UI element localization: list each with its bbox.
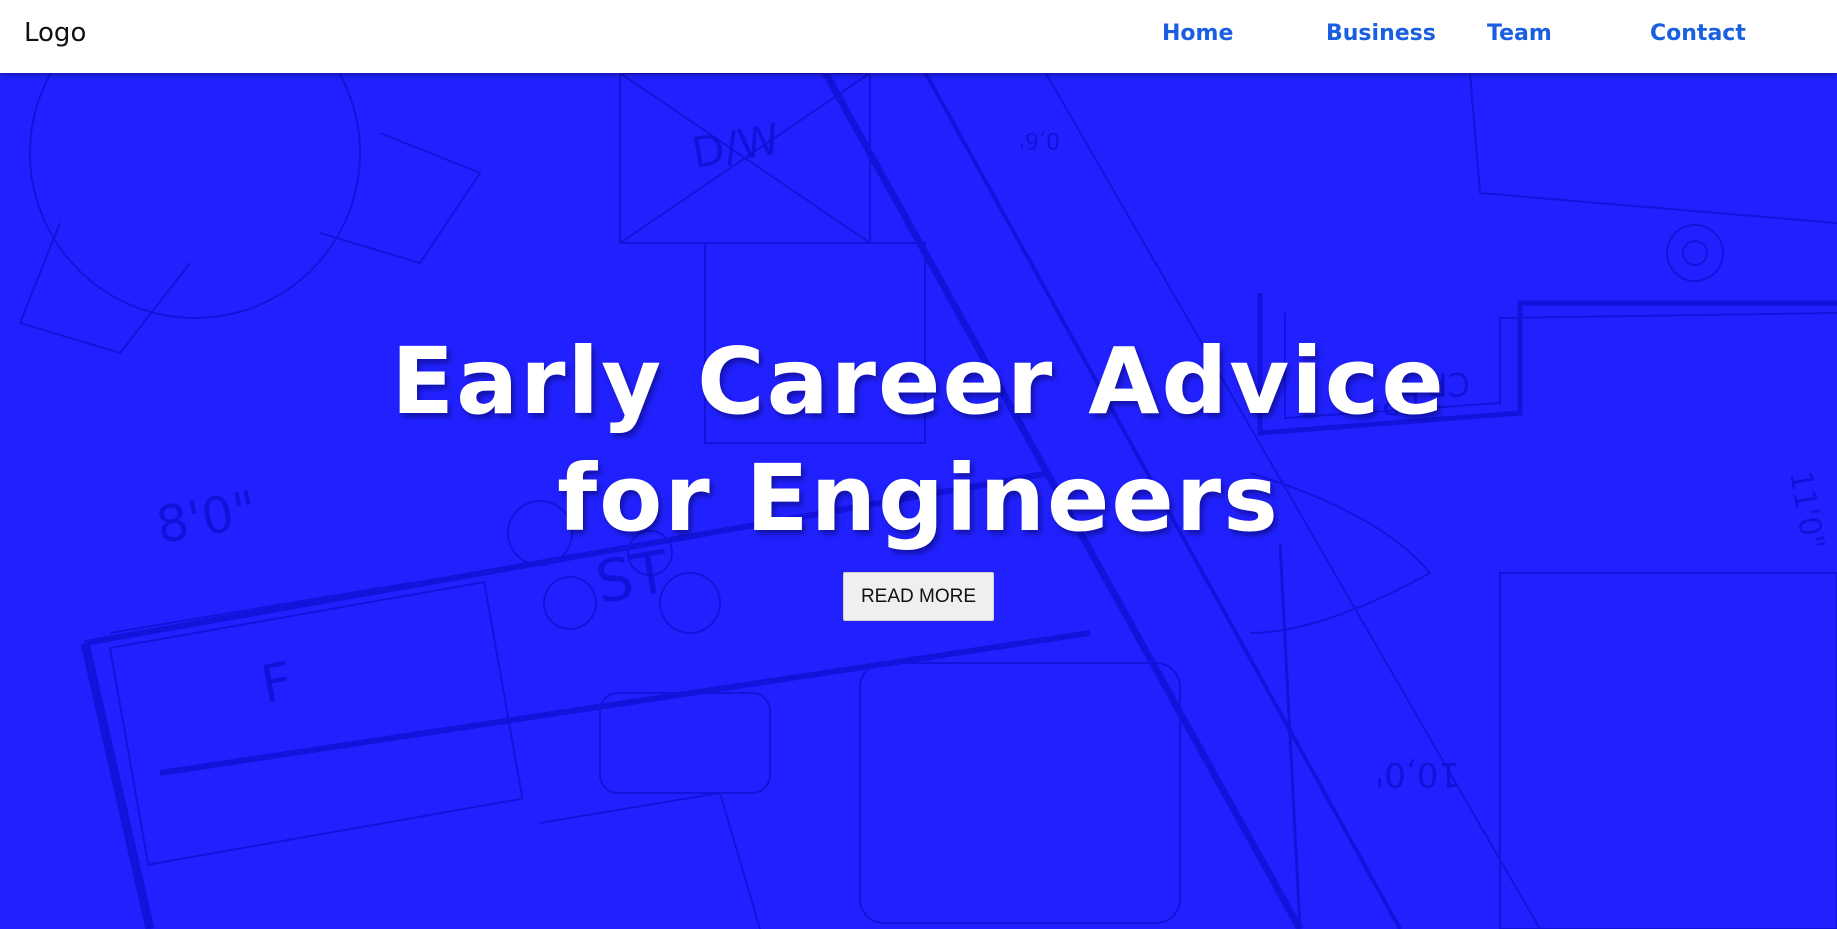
top-navbar: Logo Home Business Team Contact	[0, 0, 1837, 73]
hero-title-line-1: Early Career Advice	[391, 328, 1446, 435]
site-logo[interactable]: Logo	[24, 18, 86, 48]
hero-title: Early Career Advice for Engineers	[0, 323, 1837, 557]
nav-link-contact[interactable]: Contact	[1650, 21, 1746, 46]
nav-link-business[interactable]: Business	[1326, 21, 1436, 46]
nav-link-home[interactable]: Home	[1162, 21, 1233, 46]
hero-title-line-2: for Engineers	[557, 445, 1280, 552]
read-more-button[interactable]: READ MORE	[843, 572, 994, 621]
nav-link-team[interactable]: Team	[1487, 21, 1552, 46]
hero-banner: D/W 8'0" ST F CP EP 10,0' 11'0" 0,6' Ear…	[0, 73, 1837, 929]
